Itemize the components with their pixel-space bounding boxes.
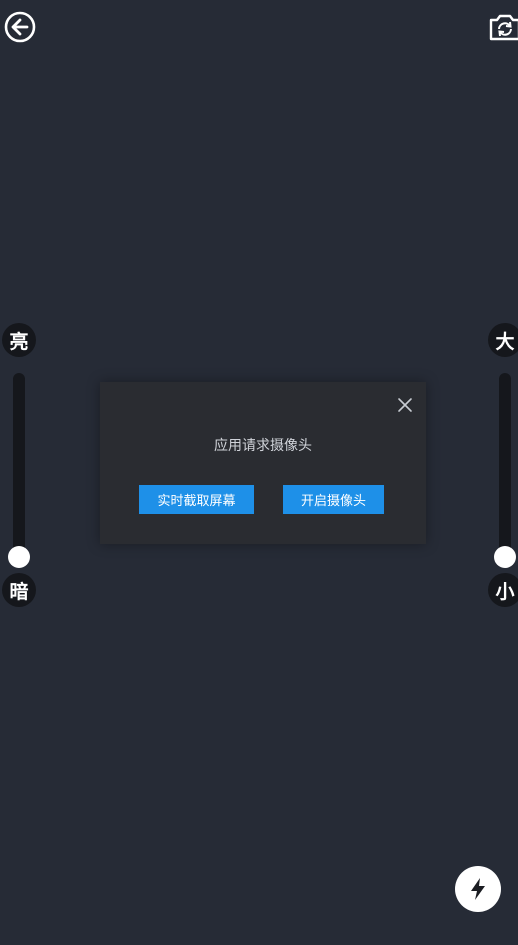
brightness-low-label: 暗 [2,573,36,607]
close-icon [398,398,412,412]
back-button[interactable] [3,10,37,44]
camera-switch-button[interactable] [488,10,518,44]
open-camera-button[interactable]: 开启摄像头 [283,485,384,514]
dialog-message: 应用请求摄像头 [214,438,312,454]
screen-capture-button[interactable]: 实时截取屏幕 [139,485,254,514]
back-arrow-icon [4,11,36,43]
flash-button[interactable] [455,866,501,912]
camera-permission-dialog: 应用请求摄像头 实时截取屏幕 开启摄像头 [100,382,426,544]
brightness-high-label: 亮 [2,323,36,357]
zoom-low-label: 小 [488,573,518,607]
zoom-high-label: 大 [488,323,518,357]
brightness-slider-thumb[interactable] [8,546,30,568]
dialog-close-button[interactable] [396,396,414,414]
camera-switch-icon [489,14,518,41]
zoom-slider-track[interactable] [499,373,511,559]
flash-icon [471,878,485,900]
zoom-slider-thumb[interactable] [494,546,516,568]
brightness-slider-track[interactable] [13,373,25,559]
